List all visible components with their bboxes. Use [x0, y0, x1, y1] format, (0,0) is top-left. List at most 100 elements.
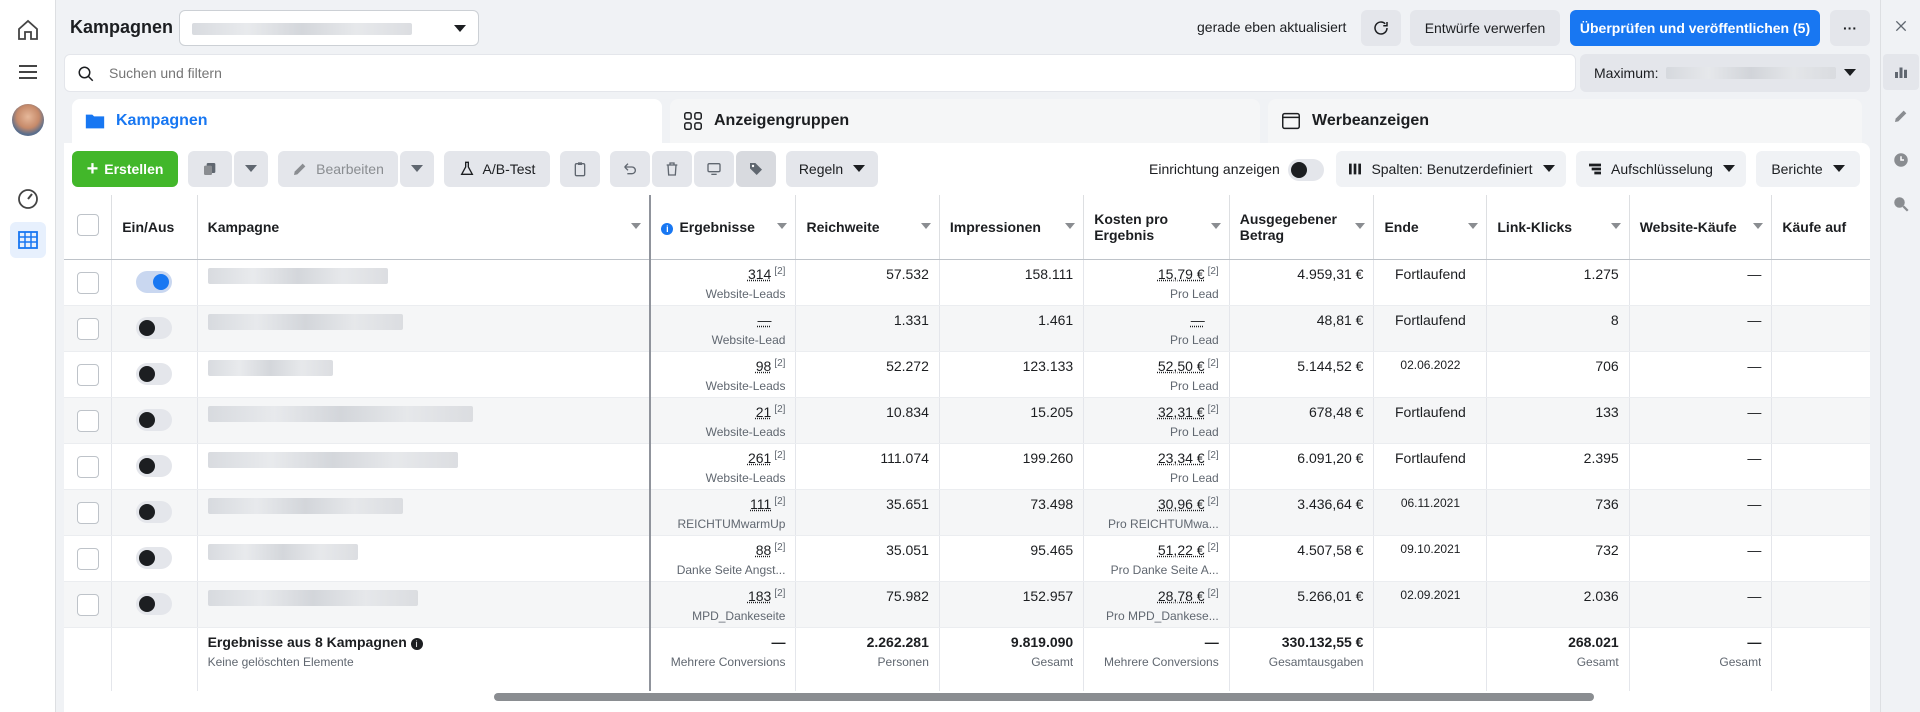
preview-button[interactable] [694, 151, 734, 187]
edit-dropdown[interactable] [400, 151, 434, 187]
col-header-impressions[interactable]: Impressionen [939, 195, 1085, 260]
columns-button[interactable]: Spalten: Benutzerdefiniert [1336, 151, 1566, 187]
table-row[interactable]: 183 [2] MPD_Dankeseite 75.982 152.957 28,78 €… [64, 581, 1870, 628]
ab-test-button[interactable]: A/B-Test [444, 151, 550, 187]
maximum-selector[interactable]: Maximum: [1580, 54, 1870, 92]
rules-button[interactable]: Regeln [786, 151, 878, 187]
table-row[interactable]: 111 [2] REICHTUMwarmUp 35.651 73.498 30,96 €[… [64, 489, 1870, 536]
breakdown-button[interactable]: Aufschlüsselung [1576, 151, 1746, 187]
cost-value[interactable]: 30,96 € [1158, 496, 1205, 512]
table-row[interactable]: — Website-Lead 1.331 1.461 — Pro Lead 48,81 € F… [64, 305, 1870, 352]
home-icon[interactable] [10, 12, 46, 48]
menu-icon[interactable] [10, 54, 46, 90]
campaign-toggle[interactable] [136, 270, 173, 293]
table-row[interactable]: 98 [2] Website-Leads 52.272 123.133 52,50 € [2… [64, 351, 1870, 398]
results-value[interactable]: 21 [756, 404, 772, 420]
col-header-cost-per-result[interactable]: Kosten pro Ergebnis [1083, 195, 1230, 260]
results-value[interactable]: — [757, 312, 771, 328]
col-header-end[interactable]: Ende [1373, 195, 1488, 260]
delete-button[interactable] [652, 151, 692, 187]
campaign-name-cell[interactable] [197, 259, 652, 306]
select-all-checkbox[interactable] [76, 214, 99, 237]
row-checkbox[interactable] [76, 409, 99, 432]
results-value[interactable]: 183 [748, 588, 771, 604]
col-header-results[interactable]: i Ergebnisse [650, 195, 797, 260]
avatar[interactable] [10, 102, 46, 138]
cost-value[interactable]: 23,34 € [1158, 450, 1205, 466]
dashboard-icon[interactable] [10, 180, 46, 216]
publish-button[interactable]: Überprüfen und veröffentlichen (5) [1570, 10, 1820, 46]
col-header-purchases-on[interactable]: Käufe auf [1771, 195, 1870, 260]
results-value[interactable]: 314 [748, 266, 771, 282]
results-value[interactable]: 111 [750, 496, 771, 512]
cost-value[interactable]: 51,22 € [1158, 542, 1205, 558]
search-input[interactable] [109, 63, 1509, 83]
row-checkbox[interactable] [76, 501, 99, 524]
cost-value[interactable]: 32,31 € [1158, 404, 1205, 420]
tab-adsets[interactable]: Anzeigengruppen [670, 99, 1260, 143]
close-icon[interactable] [1883, 8, 1919, 44]
campaign-name-cell[interactable] [197, 351, 652, 398]
table-row[interactable]: 88 [2] Danke Seite Angst... 35.051 95.465 51,… [64, 535, 1870, 582]
campaign-toggle[interactable] [136, 454, 173, 477]
campaign-toggle[interactable] [136, 500, 173, 523]
results-value[interactable]: 88 [756, 542, 772, 558]
horizontal-scrollbar[interactable] [494, 693, 1594, 701]
clipboard-button[interactable] [560, 151, 600, 187]
refresh-button[interactable] [1361, 10, 1401, 46]
results-value[interactable]: 98 [756, 358, 772, 374]
more-options-button[interactable]: ··· [1830, 10, 1870, 46]
inspect-icon[interactable] [1883, 186, 1919, 222]
table-row[interactable]: 261 [2] Website-Leads 111.074 199.260 23,34 €… [64, 443, 1870, 490]
campaign-toggle[interactable] [136, 362, 173, 385]
campaign-toggle[interactable] [136, 408, 173, 431]
results-value[interactable]: 261 [748, 450, 771, 466]
col-header-campaign[interactable]: Kampagne [197, 195, 652, 260]
cost-value[interactable]: — [1191, 312, 1205, 328]
search-bar[interactable] [64, 54, 1576, 92]
discard-drafts-button[interactable]: Entwürfe verwerfen [1410, 10, 1560, 46]
row-checkbox[interactable] [76, 317, 99, 340]
col-header-amount-spent[interactable]: Ausgegebener Betrag [1229, 195, 1375, 260]
clock-icon[interactable] [1883, 142, 1919, 178]
campaign-name-cell[interactable] [197, 443, 652, 490]
account-selector[interactable] [179, 10, 479, 46]
info-icon[interactable]: i [410, 637, 423, 650]
col-header-onoff[interactable]: Ein/Aus [111, 195, 198, 260]
table-row[interactable]: 21 [2] Website-Leads 10.834 15.205 32,31 € [2]… [64, 397, 1870, 444]
tab-campaigns[interactable]: Kampagnen [72, 99, 662, 143]
campaign-name-cell[interactable] [197, 397, 652, 444]
create-button[interactable]: + Erstellen [72, 151, 178, 187]
campaign-name-cell[interactable] [197, 305, 652, 352]
table-icon[interactable] [10, 222, 46, 258]
cost-value[interactable]: 52,50 € [1158, 358, 1205, 374]
cost-value[interactable]: 15,79 € [1158, 266, 1205, 282]
campaign-toggle[interactable] [136, 592, 173, 615]
campaign-toggle[interactable] [136, 316, 173, 339]
row-checkbox[interactable] [76, 547, 99, 570]
setup-toggle[interactable] [1288, 159, 1324, 181]
col-header-link-clicks[interactable]: Link-Klicks [1486, 195, 1630, 260]
row-checkbox[interactable] [76, 455, 99, 478]
tag-button[interactable] [736, 151, 776, 187]
edit-button[interactable]: Bearbeiten [278, 151, 398, 187]
pencil-icon[interactable] [1883, 98, 1919, 134]
campaign-name-cell[interactable] [197, 581, 652, 628]
link-clicks-cell: 736 [1486, 489, 1630, 536]
col-header-reach[interactable]: Reichweite [795, 195, 940, 260]
row-checkbox[interactable] [76, 271, 99, 294]
campaign-toggle[interactable] [136, 546, 173, 569]
row-checkbox[interactable] [76, 363, 99, 386]
undo-button[interactable] [610, 151, 650, 187]
duplicate-button[interactable] [188, 151, 232, 187]
duplicate-dropdown[interactable] [234, 151, 268, 187]
bar-chart-icon[interactable] [1883, 54, 1919, 90]
col-header-website-purchases[interactable]: Website-Käufe [1629, 195, 1773, 260]
row-checkbox[interactable] [76, 593, 99, 616]
cost-value[interactable]: 28,78 € [1158, 588, 1205, 604]
campaign-name-cell[interactable] [197, 489, 652, 536]
table-row[interactable]: 314 [2] Website-Leads 57.532 158.111 15,79 €[… [64, 259, 1870, 306]
campaign-name-cell[interactable] [197, 535, 652, 582]
reports-button[interactable]: Berichte [1756, 151, 1860, 187]
tab-ads[interactable]: Werbeanzeigen [1268, 99, 1862, 143]
